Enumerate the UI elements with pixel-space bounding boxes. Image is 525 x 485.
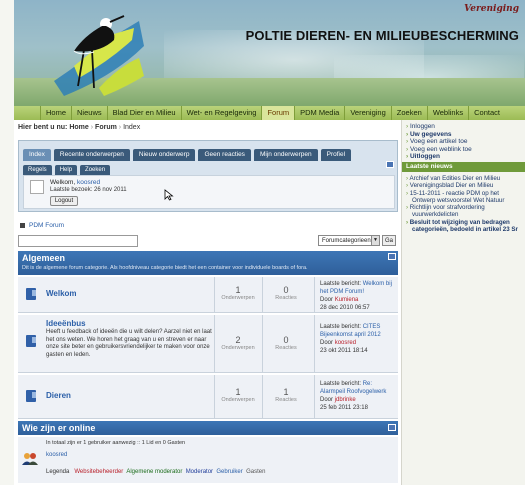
nav-item-zoeken[interactable]: Zoeken [390, 106, 427, 120]
site-subtitle: Vereniging [464, 4, 519, 14]
online-user-link[interactable]: koosred [46, 452, 67, 458]
collapse-icon[interactable] [388, 424, 396, 431]
subtab-regels[interactable]: Regels [23, 165, 52, 175]
breadcrumb-forum[interactable]: Forum [95, 124, 117, 131]
news-list: › Archief van Edities Dier en Milieu › Ve… [406, 175, 524, 233]
nav-item-blad-dier-en-milieu[interactable]: Blad Dier en Milieu [106, 106, 181, 120]
sidebar-link[interactable]: › Voeg een artikel toe [406, 138, 472, 146]
legend: Legenda Websitebeheerder Algemene modera… [46, 469, 266, 475]
tab-index[interactable]: Index [23, 149, 51, 161]
online-header: Wie zijn er online [18, 421, 398, 435]
subtab-help[interactable]: Help [54, 165, 78, 175]
forum-home-label: PDM Forum [29, 222, 65, 229]
category-title: Algemeen [22, 253, 66, 263]
nav-item-nieuws[interactable]: Nieuws [71, 106, 107, 120]
go-button[interactable]: Ga [382, 235, 396, 246]
sidebar-link[interactable]: › Voeg een weblink toe [406, 146, 472, 154]
forum-description: Heeft u feedback of ideeën die u wilt de… [46, 329, 212, 358]
topics-count: 1 Onderwerpen [221, 285, 255, 301]
forum-tabs-panel: Index Recente onderwerpen Nieuw onderwerp G… [18, 140, 398, 212]
last-post: Laatste bericht: CITES Bijeenkomst april… [320, 324, 381, 354]
user-box: Welkom, koosred Laatste bezoek: 26 nov 2… [23, 175, 395, 209]
breadcrumb-home[interactable]: Home [69, 124, 88, 131]
news-item[interactable]: › Archief van Edities Dier en Milieu [406, 175, 524, 182]
users-icon [22, 453, 38, 465]
main-content: Hier bent u nu: Home › Forum › Index Ind… [14, 120, 402, 485]
nav-item-wet-en-regelgeving[interactable]: Wet- en Regelgeving [180, 106, 262, 120]
forum-square-icon [20, 223, 25, 228]
forum-row: Welkom 1 Onderwerpen 0 Reacties Laatste be… [18, 277, 398, 313]
last-post: Laatste bericht: Welkom bij het PDM Foru… [320, 281, 392, 311]
nav-item-weblinks[interactable]: Weblinks [426, 106, 468, 120]
collapse-icon[interactable] [388, 253, 396, 260]
replies-count: 0 Reacties [275, 285, 297, 301]
forum-icon [26, 335, 36, 347]
last-post: Laatste bericht: Re: Alarmpeil Roofvogel… [320, 381, 387, 411]
collapse-icon[interactable] [386, 161, 394, 168]
main-nav: Home Nieuws Blad Dier en Milieu Wet- en Reg… [14, 106, 525, 120]
online-panel: In totaal zijn er 1 gebruiker aanwezig :… [18, 437, 398, 483]
category-header: Algemeen Dit is de algemene forum catego… [18, 251, 398, 275]
subtab-zoeken[interactable]: Zoeken [80, 165, 111, 175]
last-post-user[interactable]: koosred [335, 340, 356, 346]
search-row: Forumcategorieen ▼ Ga [18, 233, 398, 247]
breadcrumb-prefix: Hier bent u nu: [18, 124, 68, 131]
forum-name-link[interactable]: Dieren [46, 391, 71, 400]
logout-button[interactable]: Logout [50, 196, 78, 206]
news-item[interactable]: › Richtlijn voor strafvordering vuurwerk… [406, 204, 524, 219]
mouse-cursor-icon [164, 189, 174, 201]
crane-logo [54, 15, 144, 96]
news-item[interactable]: › Besluit tot wijziging van bedragen cat… [406, 219, 524, 234]
tab-geen-reacties[interactable]: Geen reacties [198, 149, 251, 161]
topics-count: 1 Onderwerpen [221, 387, 255, 403]
sidebar-links: › Inloggen › Uw gegevens › Voeg een artike… [406, 123, 472, 161]
last-post-user[interactable]: jdbrinke [335, 397, 356, 403]
forum-row: Dieren 1 Onderwerpen 1 Reacties Laatste be… [18, 375, 398, 419]
tab-recente-onderwerpen[interactable]: Recente onderwerpen [53, 149, 130, 161]
sidebar-link[interactable]: › Inloggen [406, 123, 472, 131]
forum-home-link[interactable]: PDM Forum [20, 222, 64, 229]
online-summary: In totaal zijn er 1 gebruiker aanwezig :… [46, 440, 186, 446]
nav-item-vereniging[interactable]: Vereniging [344, 106, 390, 120]
breadcrumb-index: Index [123, 124, 141, 131]
sidebar-link[interactable]: › Uitloggen [406, 153, 472, 161]
breadcrumb: Hier bent u nu: Home › Forum › Index [18, 124, 141, 131]
right-sidebar: › Inloggen › Uw gegevens › Voeg een artike… [402, 120, 525, 485]
news-header: Laatste nieuws [402, 162, 525, 172]
news-item[interactable]: › Verenigingsblad Dier en Milieu [406, 182, 524, 189]
category-select[interactable]: Forumcategorieen ▼ [318, 235, 380, 246]
nav-item-home[interactable]: Home [40, 106, 71, 120]
nav-item-forum[interactable]: Forum [261, 106, 295, 120]
category-description: Dit is de algemene forum categorie. Als … [22, 265, 308, 271]
tab-nieuw-onderwerp[interactable]: Nieuw onderwerp [132, 149, 196, 161]
replies-count: 1 Reacties [275, 387, 297, 403]
welcome-text: Welkom, koosred [50, 179, 101, 186]
sidebar-link[interactable]: › Uw gegevens [406, 131, 472, 139]
forum-name-link[interactable]: Ideeënbus [46, 319, 86, 328]
forum-icon [26, 288, 36, 300]
site-title: POLTIE DIEREN- EN MILIEUBESCHERMING [245, 28, 519, 43]
forum-icon [26, 390, 36, 402]
online-title: Wie zijn er online [22, 423, 96, 433]
forum-row: Ideeënbus Heeft u feedback of ideeën die… [18, 315, 398, 373]
avatar [30, 180, 44, 194]
topics-count: 2 Onderwerpen [221, 335, 255, 351]
replies-count: 0 Reacties [275, 335, 297, 351]
nav-item-pdm-media[interactable]: PDM Media [294, 106, 344, 120]
username-link[interactable]: koosred [77, 179, 100, 186]
chevron-down-icon: ▼ [371, 236, 379, 245]
last-visit: Laatste bezoek: 26 nov 2011 [50, 187, 127, 193]
search-input[interactable] [18, 235, 138, 247]
tab-profiel[interactable]: Profiel [320, 149, 352, 161]
primary-tabs: Index Recente onderwerpen Nieuw onderwerp G… [23, 149, 352, 161]
site-header: Vereniging POLTIE DIEREN- EN MILIEUBESCH… [14, 0, 525, 106]
last-post-user[interactable]: Kumiena [335, 297, 359, 303]
page: Vereniging POLTIE DIEREN- EN MILIEUBESCH… [0, 0, 525, 485]
nav-item-contact[interactable]: Contact [468, 106, 505, 120]
forum-name-link[interactable]: Welkom [46, 289, 77, 298]
tab-mijn-onderwerpen[interactable]: Mijn onderwerpen [253, 149, 318, 161]
secondary-tabs: Regels Help Zoeken [23, 165, 111, 175]
news-item[interactable]: › 15-11-2011 - reactie PDM op het Ontwer… [406, 190, 524, 205]
